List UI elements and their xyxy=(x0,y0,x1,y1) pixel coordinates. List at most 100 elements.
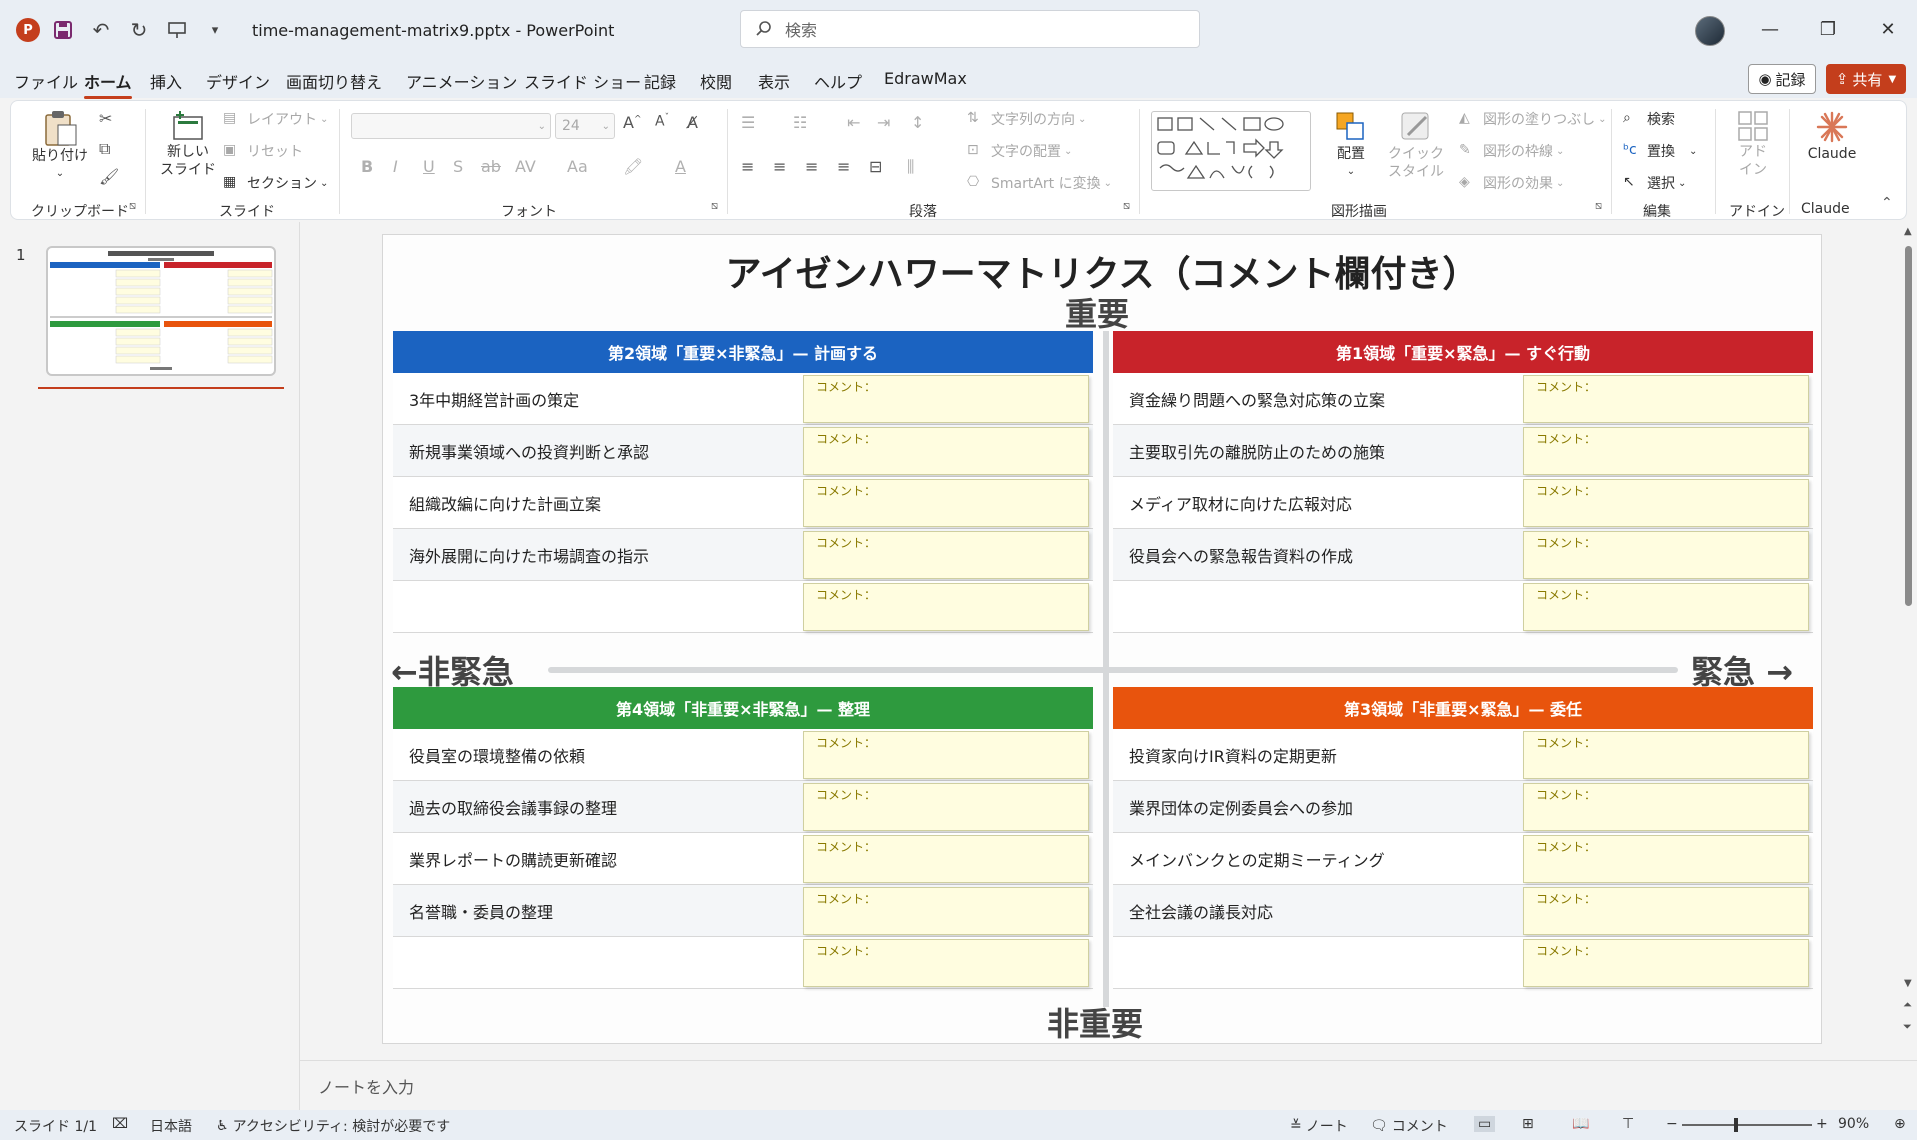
undo-icon[interactable]: ↶ xyxy=(86,15,116,45)
shadow-icon[interactable]: S xyxy=(453,157,463,176)
comment-box[interactable]: コメント： xyxy=(803,887,1089,935)
zoom-level[interactable]: 90% xyxy=(1838,1116,1869,1132)
zoom-out-icon[interactable]: − xyxy=(1666,1116,1678,1132)
arrange-button[interactable]: 配置 ⌄ xyxy=(1321,109,1381,181)
quadrant-4-header[interactable]: 第4領域「非重要×非緊急」— 整理 xyxy=(393,687,1093,729)
comment-box[interactable]: コメント： xyxy=(803,731,1089,779)
task-text[interactable]: 主要取引先の離脱防止のための施策 xyxy=(1113,425,1523,476)
scrollbar-thumb[interactable] xyxy=(1905,246,1912,606)
increase-font-icon[interactable]: A^ xyxy=(623,113,642,132)
shape-outline-button[interactable]: ✎ 図形の枠線 ⌄ xyxy=(1459,141,1564,161)
task-text[interactable]: 業界レポートの購読更新確認 xyxy=(393,833,803,884)
redo-icon[interactable]: ↻ xyxy=(124,15,154,45)
dialog-launcher-icon[interactable]: ⧅ xyxy=(711,199,718,213)
minimize-icon[interactable]: — xyxy=(1750,14,1790,44)
comment-box[interactable]: コメント： xyxy=(1523,531,1809,579)
search-input[interactable]: 検索 xyxy=(740,10,1200,48)
user-avatar[interactable] xyxy=(1695,16,1725,46)
presentation-icon[interactable] xyxy=(162,15,192,45)
tab-animations[interactable]: アニメーション xyxy=(406,69,517,93)
reading-view-icon[interactable]: 📖 xyxy=(1572,1116,1589,1132)
select-button[interactable]: ↖ 選択 ⌄ xyxy=(1623,173,1686,193)
highlight-icon[interactable]: 🖍 xyxy=(623,157,643,176)
shape-fill-button[interactable]: ◭ 図形の塗りつぶし ⌄ xyxy=(1459,109,1607,129)
dialog-launcher-icon[interactable]: ⧅ xyxy=(1595,199,1602,213)
align-text-button[interactable]: ⊡ 文字の配置 ⌄ xyxy=(967,141,1072,161)
slide-canvas[interactable]: アイゼンハワーマトリクス（コメント欄付き） 重要 第2領域「重要×非緊急」— 計… xyxy=(382,234,1822,1044)
task-text[interactable]: 全社会議の議長対応 xyxy=(1113,885,1523,936)
numbering-icon[interactable]: ☷ xyxy=(793,113,807,132)
tab-help[interactable]: ヘルプ xyxy=(814,69,862,93)
comment-box[interactable]: コメント： xyxy=(1523,375,1809,423)
align-right-icon[interactable]: ≡ xyxy=(805,157,818,176)
comment-box[interactable]: コメント： xyxy=(803,427,1089,475)
vertical-scrollbar[interactable]: ▲ ▼ ⏶ ⏷ xyxy=(1900,222,1917,1060)
text-direction-button[interactable]: ⇅ 文字列の方向 ⌄ xyxy=(967,109,1086,129)
justify-icon[interactable]: ≡ xyxy=(837,157,850,176)
align-center-icon[interactable]: ≡ xyxy=(773,157,786,176)
addins-button[interactable]: アド イン xyxy=(1723,109,1783,179)
comment-box[interactable]: コメント： xyxy=(1523,731,1809,779)
bold-icon[interactable]: B xyxy=(361,157,373,176)
replace-button[interactable]: ᵇc 置換 ⌄ xyxy=(1623,141,1697,161)
italic-icon[interactable]: I xyxy=(393,157,398,176)
increase-indent-icon[interactable]: ⇥ xyxy=(877,113,890,132)
tab-edrawmax[interactable]: EdrawMax xyxy=(884,69,967,88)
comment-box[interactable]: コメント： xyxy=(803,375,1089,423)
fit-slide-icon[interactable]: ⊕ xyxy=(1894,1116,1906,1132)
record-button[interactable]: ◉ 記録 xyxy=(1748,64,1816,94)
comment-box[interactable]: コメント： xyxy=(803,783,1089,831)
font-family-combo[interactable]: ⌄ xyxy=(351,113,551,139)
comment-box[interactable]: コメント： xyxy=(803,939,1089,987)
distribute-icon[interactable]: ⊟ xyxy=(869,157,882,176)
tab-slideshow[interactable]: スライド ショー xyxy=(524,69,641,93)
cut-icon[interactable]: ✂ xyxy=(99,109,112,128)
quadrant-3-header[interactable]: 第3領域「非重要×緊急」— 委任 xyxy=(1113,687,1813,729)
task-text[interactable]: 業界団体の定例委員会への参加 xyxy=(1113,781,1523,832)
language-indicator[interactable]: 日本語 xyxy=(150,1116,192,1136)
shape-effect-button[interactable]: ◈ 図形の効果 ⌄ xyxy=(1459,173,1564,193)
task-text[interactable] xyxy=(393,937,803,988)
comments-button[interactable]: 🗨 コメント xyxy=(1370,1116,1448,1136)
decrease-font-icon[interactable]: Aˇ xyxy=(655,113,669,130)
columns-icon[interactable]: ⫼ xyxy=(907,157,914,177)
task-text[interactable]: 投資家向けIR資料の定期更新 xyxy=(1113,729,1523,780)
axis-important-label[interactable]: 重要 xyxy=(1065,289,1129,335)
reset-button[interactable]: ▣ リセット xyxy=(223,141,303,161)
quadrant-2-header[interactable]: 第2領域「重要×非緊急」— 計画する xyxy=(393,331,1093,373)
zoom-slider-thumb[interactable] xyxy=(1734,1118,1738,1132)
align-left-icon[interactable]: ≡ xyxy=(741,157,754,176)
collapse-ribbon-icon[interactable]: ⌃ xyxy=(1881,195,1893,211)
task-text[interactable]: 名誉職・委員の整理 xyxy=(393,885,803,936)
underline-icon[interactable]: U xyxy=(423,157,435,176)
font-color-icon[interactable]: A xyxy=(675,157,686,176)
task-text[interactable]: 組織改編に向けた計画立案 xyxy=(393,477,803,528)
strikethrough-icon[interactable]: ab xyxy=(481,157,501,176)
tab-insert[interactable]: 挿入 xyxy=(150,69,182,93)
zoom-in-icon[interactable]: + xyxy=(1816,1116,1828,1132)
slideshow-view-icon[interactable]: ⊤ xyxy=(1622,1116,1634,1132)
find-button[interactable]: ⌕ 検索 xyxy=(1623,109,1675,129)
next-slide-icon[interactable]: ⏷ xyxy=(1903,1020,1912,1034)
section-button[interactable]: ▦ セクション ⌄ xyxy=(223,173,328,193)
task-text[interactable]: 海外展開に向けた市場調査の指示 xyxy=(393,529,803,580)
task-text[interactable]: 資金繰り問題への緊急対応策の立案 xyxy=(1113,373,1523,424)
save-icon[interactable] xyxy=(48,15,78,45)
tab-review[interactable]: 校閲 xyxy=(700,69,732,93)
previous-slide-icon[interactable]: ⏶ xyxy=(1903,998,1912,1012)
share-button[interactable]: ⇪ 共有 ▼ xyxy=(1826,64,1906,94)
notes-button[interactable]: ≚ ノート xyxy=(1290,1116,1348,1136)
task-text[interactable]: メインバンクとの定期ミーティング xyxy=(1113,833,1523,884)
dialog-launcher-icon[interactable]: ⧅ xyxy=(129,199,136,213)
scroll-up-icon[interactable]: ▲ xyxy=(1904,226,1912,237)
task-text[interactable] xyxy=(1113,581,1523,632)
normal-view-icon[interactable]: ▭ xyxy=(1474,1116,1496,1132)
tab-record[interactable]: 記録 xyxy=(644,69,676,93)
accessibility-button[interactable]: ♿ アクセシビリティ: 検討が必要です xyxy=(216,1116,450,1136)
layout-button[interactable]: ▤ レイアウト ⌄ xyxy=(223,109,328,129)
powerpoint-app-icon[interactable]: P xyxy=(16,18,40,42)
task-text[interactable]: 過去の取締役会議事録の整理 xyxy=(393,781,803,832)
task-text[interactable]: 役員室の環境整備の依頼 xyxy=(393,729,803,780)
task-text[interactable]: メディア取材に向けた広報対応 xyxy=(1113,477,1523,528)
zoom-slider[interactable] xyxy=(1682,1124,1812,1126)
